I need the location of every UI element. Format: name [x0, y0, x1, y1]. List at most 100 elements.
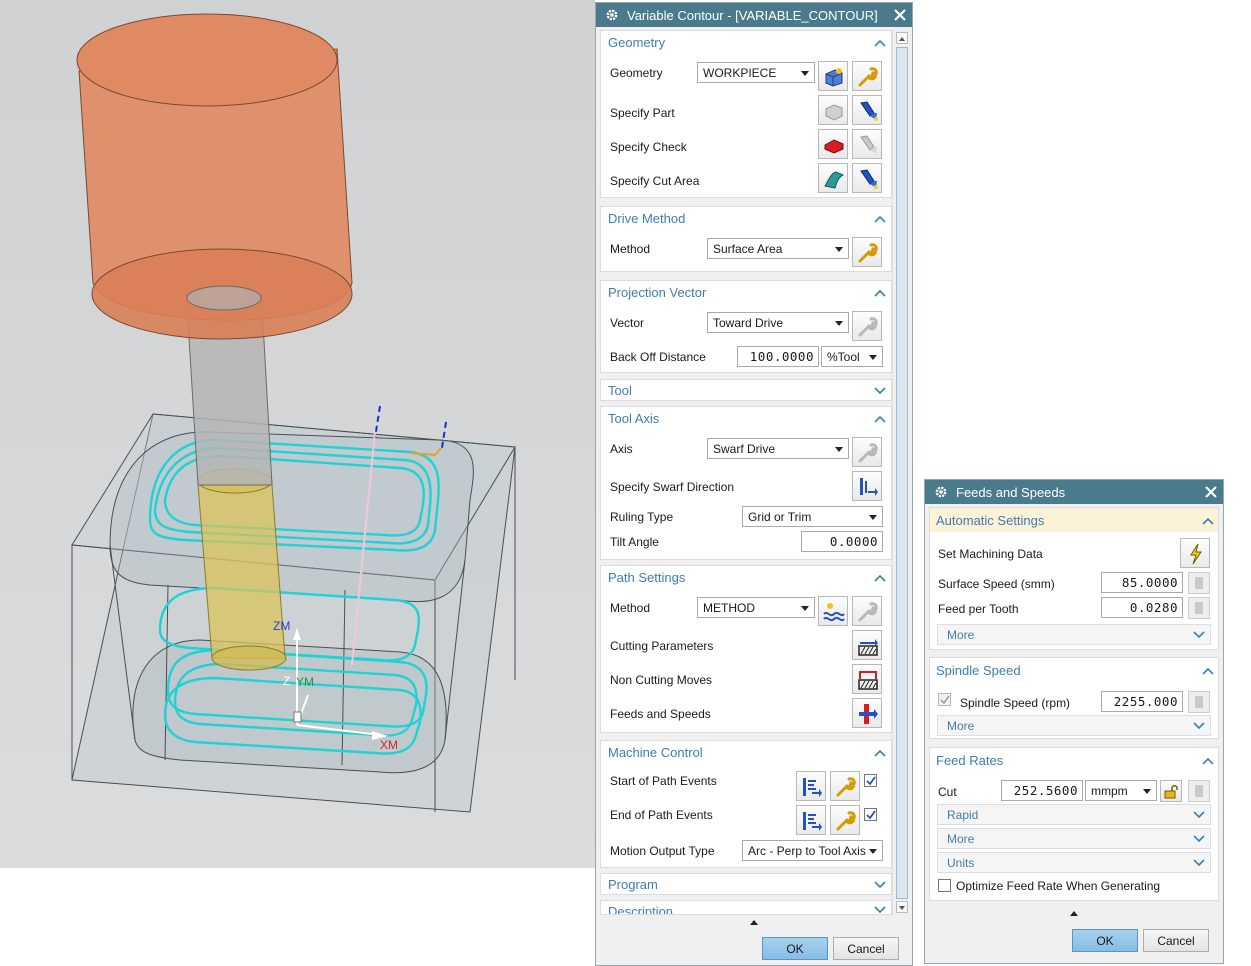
- ruling-type-select[interactable]: Grid or Trim: [742, 506, 883, 527]
- edit-start-events-button[interactable]: [830, 771, 860, 801]
- new-geometry-button[interactable]: [818, 61, 848, 91]
- edit-end-events-button[interactable]: [830, 805, 860, 835]
- back-off-distance-input[interactable]: 100.0000: [737, 346, 819, 367]
- collapse-footer-icon[interactable]: [1069, 910, 1079, 917]
- section-header-tool-axis[interactable]: Tool Axis: [608, 411, 659, 426]
- lock-button[interactable]: [1160, 780, 1182, 802]
- feeds-and-speeds-titlebar[interactable]: Feeds and Speeds: [925, 480, 1223, 504]
- rapid-row[interactable]: Rapid: [937, 804, 1211, 825]
- optimize-feed-rate-checkbox[interactable]: [938, 879, 951, 892]
- copy-end-events-button[interactable]: [796, 805, 826, 835]
- new-method-button[interactable]: [818, 596, 848, 626]
- surface-speed-calc-button[interactable]: [1188, 572, 1210, 594]
- section-header-program[interactable]: Program: [608, 877, 658, 892]
- chevron-up-icon[interactable]: [874, 415, 886, 423]
- section-header-machine-control[interactable]: Machine Control: [608, 745, 703, 760]
- chevron-down-icon[interactable]: [874, 881, 886, 889]
- spindle-speed-calc-button[interactable]: [1188, 691, 1210, 713]
- motion-output-type-select[interactable]: Arc - Perp to Tool Axis: [742, 840, 883, 861]
- axis-select[interactable]: Swarf Drive: [707, 438, 849, 459]
- section-header-automatic-settings[interactable]: Automatic Settings: [936, 513, 1044, 528]
- geometry-select[interactable]: WORKPIECE: [697, 62, 815, 83]
- chevron-down-icon[interactable]: [874, 906, 886, 914]
- set-machining-data-button[interactable]: [1180, 538, 1210, 568]
- dialog-scrollbar[interactable]: [892, 29, 910, 915]
- section-header-drive-method[interactable]: Drive Method: [608, 211, 685, 226]
- specify-part-display-button[interactable]: [852, 95, 882, 125]
- specify-check-display-button[interactable]: [852, 129, 882, 159]
- dialog-title: Feeds and Speeds: [956, 484, 1066, 500]
- flashlight-disabled-icon: [860, 135, 877, 154]
- non-cutting-moves-button[interactable]: [852, 664, 882, 694]
- edit-drive-method-button[interactable]: [852, 237, 882, 267]
- drive-method-select[interactable]: Surface Area: [707, 238, 849, 259]
- edit-method-button[interactable]: [852, 596, 882, 626]
- spindle-speed-checkbox[interactable]: [938, 693, 951, 706]
- chevron-up-icon[interactable]: [874, 289, 886, 297]
- copy-start-events-button[interactable]: [796, 771, 826, 801]
- scroll-up-arrow[interactable]: [896, 32, 908, 44]
- section-header-spindle-speed[interactable]: Spindle Speed: [936, 663, 1021, 678]
- section-header-geometry[interactable]: Geometry: [608, 35, 665, 50]
- specify-cut-area-select-button[interactable]: [818, 163, 848, 193]
- swarf-direction-label: Specify Swarf Direction: [610, 480, 735, 494]
- ok-button[interactable]: OK: [762, 937, 828, 960]
- chevron-up-icon[interactable]: [874, 39, 886, 47]
- ok-button[interactable]: OK: [1072, 929, 1138, 952]
- feed-more-row[interactable]: More: [937, 828, 1211, 849]
- feed-per-tooth-input[interactable]: 0.0280: [1101, 597, 1183, 618]
- surface-speed-input[interactable]: 85.0000: [1101, 572, 1183, 593]
- start-events-checkbox[interactable]: [864, 774, 877, 787]
- cut-unit-select[interactable]: mmpm: [1085, 780, 1157, 801]
- specify-check-select-button[interactable]: [818, 129, 848, 159]
- graphics-viewport[interactable]: ZM Z YM XM: [0, 0, 595, 868]
- edit-axis-button[interactable]: [852, 437, 882, 467]
- path-method-select[interactable]: METHOD: [697, 597, 815, 618]
- specify-part-select-button[interactable]: [818, 95, 848, 125]
- variable-contour-titlebar[interactable]: Variable Contour - [VARIABLE_CONTOUR]: [596, 3, 912, 27]
- chevron-up-icon[interactable]: [874, 215, 886, 223]
- section-header-path-settings[interactable]: Path Settings: [608, 570, 685, 585]
- chevron-up-icon[interactable]: [874, 749, 886, 757]
- section-header-description[interactable]: Description: [608, 904, 673, 914]
- chevron-up-icon[interactable]: [1202, 757, 1214, 765]
- scroll-thumb[interactable]: [896, 47, 908, 899]
- edit-geometry-button[interactable]: [852, 61, 882, 91]
- specify-cut-area-display-button[interactable]: [852, 163, 882, 193]
- optimize-feed-rate-label: Optimize Feed Rate When Generating: [956, 879, 1161, 893]
- specify-swarf-direction-button[interactable]: [852, 471, 882, 501]
- cut-feed-input[interactable]: 252.5600: [1001, 780, 1083, 801]
- chevron-up-icon[interactable]: [874, 574, 886, 582]
- section-header-projection-vector[interactable]: Projection Vector: [608, 285, 706, 300]
- axis-label-xm: XM: [380, 738, 398, 752]
- feed-per-tooth-calc-button[interactable]: [1188, 597, 1210, 619]
- tilt-angle-input[interactable]: 0.0000: [801, 531, 883, 552]
- spindle-speed-input[interactable]: 2255.000: [1101, 691, 1183, 712]
- back-off-unit-select[interactable]: %Tool: [821, 346, 883, 367]
- collapse-footer-icon[interactable]: [749, 919, 759, 926]
- close-button[interactable]: [1199, 480, 1223, 504]
- section-header-feed-rates[interactable]: Feed Rates: [936, 753, 1003, 768]
- cancel-button[interactable]: Cancel: [1143, 929, 1209, 952]
- chevron-down-icon: [1193, 811, 1205, 819]
- section-header-tool[interactable]: Tool: [608, 383, 632, 398]
- geometry-section: Geometry Geometry WORKPIECE Specify Part…: [600, 30, 892, 198]
- units-row[interactable]: Units: [937, 852, 1211, 873]
- cutting-parameters-button[interactable]: [852, 630, 882, 660]
- cancel-button[interactable]: Cancel: [833, 937, 899, 960]
- machine-control-section: Machine Control Start of Path Events End…: [600, 740, 892, 868]
- automatic-more-row[interactable]: More: [937, 624, 1211, 645]
- feeds-and-speeds-button[interactable]: [852, 698, 882, 728]
- spindle-more-row[interactable]: More: [937, 715, 1211, 736]
- cut-calc-button[interactable]: [1188, 780, 1210, 802]
- scroll-down-arrow[interactable]: [896, 901, 908, 913]
- chevron-up-icon[interactable]: [1202, 517, 1214, 525]
- chevron-up-icon[interactable]: [1202, 667, 1214, 675]
- chevron-down-icon[interactable]: [874, 387, 886, 395]
- close-button[interactable]: [888, 3, 912, 27]
- end-events-checkbox[interactable]: [864, 808, 877, 821]
- tool-section: Tool: [600, 379, 892, 401]
- edit-vector-button[interactable]: [852, 311, 882, 341]
- vector-select[interactable]: Toward Drive: [707, 312, 849, 333]
- program-section: Program: [600, 873, 892, 895]
